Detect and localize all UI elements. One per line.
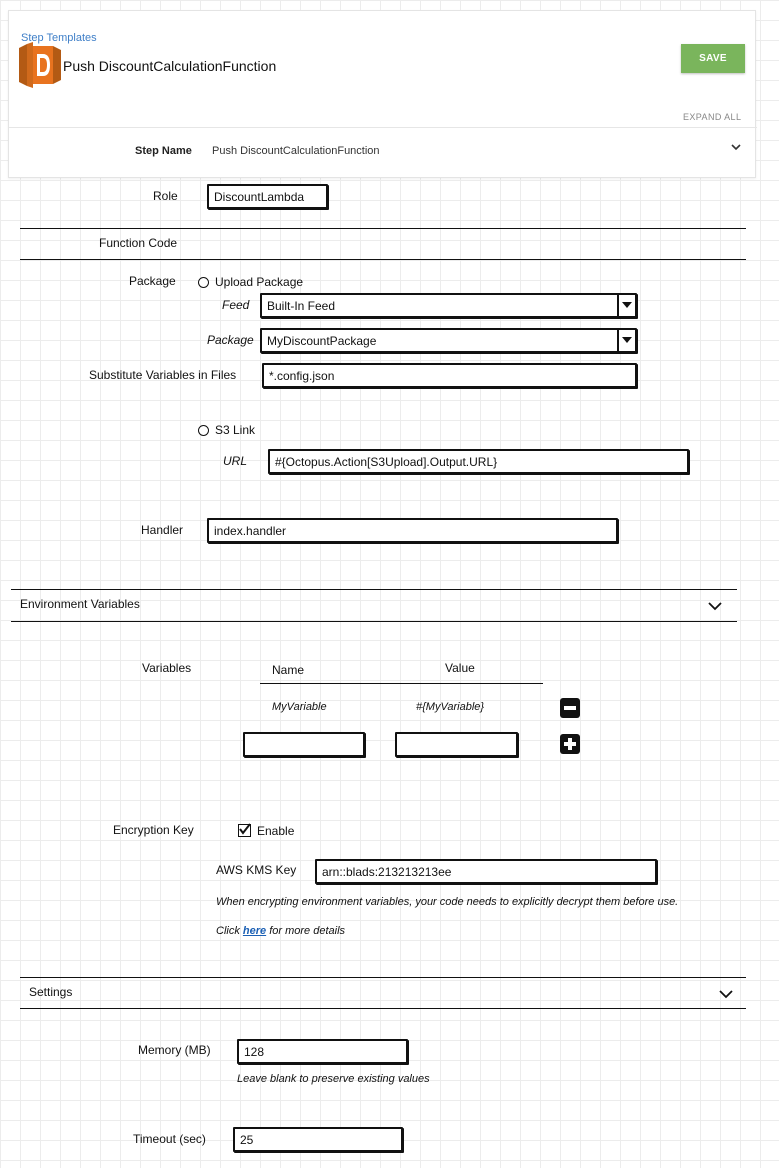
- timeout-label: Timeout (sec): [133, 1132, 206, 1146]
- variable-row-value: #{MyVariable}: [416, 701, 485, 713]
- role-input[interactable]: DiscountLambda: [207, 184, 328, 209]
- role-label: Role: [153, 189, 178, 203]
- s3-link-label: S3 Link: [215, 423, 256, 437]
- timeout-input[interactable]: 25: [233, 1127, 403, 1152]
- settings-top-rule: [20, 977, 746, 978]
- expand-all-link[interactable]: EXPAND ALL: [683, 112, 741, 122]
- variables-label: Variables: [142, 661, 192, 675]
- url-input[interactable]: #{Octopus.Action[S3Upload].Output.URL}: [268, 449, 689, 474]
- enable-label: Enable: [257, 824, 295, 838]
- header-divider: [9, 127, 757, 128]
- new-variable-name-input[interactable]: [243, 732, 365, 757]
- variables-header-rule: [260, 683, 543, 684]
- upload-package-radio[interactable]: [198, 277, 209, 288]
- handler-label: Handler: [141, 523, 184, 537]
- chevron-down-icon[interactable]: [707, 600, 723, 612]
- save-button[interactable]: SAVE: [681, 44, 745, 73]
- here-link[interactable]: here: [243, 925, 266, 937]
- settings-heading[interactable]: Settings: [29, 985, 72, 999]
- environment-top-rule: [11, 589, 737, 590]
- dropdown-arrow-icon[interactable]: [617, 295, 635, 316]
- settings-bottom-rule: [20, 1008, 746, 1009]
- column-name-header: Name: [272, 663, 305, 677]
- enable-encryption-checkbox[interactable]: [238, 823, 251, 837]
- upload-package-label: Upload Package: [215, 275, 304, 289]
- memory-label: Memory (MB): [138, 1043, 211, 1057]
- aws-kms-key-input[interactable]: arn::blads:213213213ee: [315, 859, 657, 884]
- checkmark-icon: [239, 823, 251, 835]
- substitute-variables-label: Substitute Variables in Files: [89, 368, 237, 382]
- chevron-down-icon[interactable]: [729, 140, 743, 154]
- feed-select[interactable]: Built-In Feed: [260, 293, 637, 318]
- url-label: URL: [223, 454, 248, 468]
- substitute-variables-input[interactable]: *.config.json: [262, 363, 637, 388]
- variable-row-name: MyVariable: [272, 701, 327, 713]
- encryption-note-click: Click here for more details: [216, 925, 345, 937]
- function-code-bottom-rule: [20, 259, 746, 260]
- remove-variable-button[interactable]: [560, 698, 580, 718]
- new-variable-value-input[interactable]: [395, 732, 518, 757]
- note-click-text: Click: [216, 925, 240, 937]
- chevron-down-icon[interactable]: [718, 988, 734, 1000]
- note-rest-text: for more details: [269, 925, 346, 937]
- package-select[interactable]: MyDiscountPackage: [260, 328, 637, 353]
- aws-lambda-logo-icon: [19, 42, 61, 88]
- package-label: Package: [129, 274, 176, 288]
- aws-kms-key-label: AWS KMS Key: [216, 863, 297, 877]
- environment-bottom-rule: [11, 621, 737, 622]
- memory-hint: Leave blank to preserve existing values: [237, 1073, 430, 1085]
- step-template-header: Step Templates Push DiscountCalculationF…: [8, 10, 757, 178]
- feed-select-value: Built-In Feed: [267, 299, 336, 313]
- dropdown-arrow-icon[interactable]: [617, 330, 635, 351]
- step-name-value[interactable]: Push DiscountCalculationFunction: [212, 145, 380, 157]
- function-code-heading: Function Code: [99, 236, 178, 250]
- package-select-value: MyDiscountPackage: [267, 334, 377, 348]
- encryption-note: When encrypting environment variables, y…: [216, 896, 679, 908]
- feed-label: Feed: [222, 298, 250, 312]
- page-title: Push DiscountCalculationFunction: [63, 58, 277, 74]
- column-value-header: Value: [445, 661, 475, 675]
- encryption-key-label: Encryption Key: [113, 823, 194, 837]
- handler-input[interactable]: index.handler: [207, 518, 618, 543]
- add-variable-button[interactable]: [560, 734, 580, 754]
- environment-variables-heading[interactable]: Environment Variables: [20, 597, 140, 611]
- step-name-label: Step Name: [135, 145, 192, 157]
- memory-input[interactable]: 128: [237, 1039, 408, 1064]
- s3-link-radio[interactable]: [198, 425, 209, 436]
- function-code-top-rule: [20, 228, 746, 229]
- package-field-label: Package: [207, 333, 254, 347]
